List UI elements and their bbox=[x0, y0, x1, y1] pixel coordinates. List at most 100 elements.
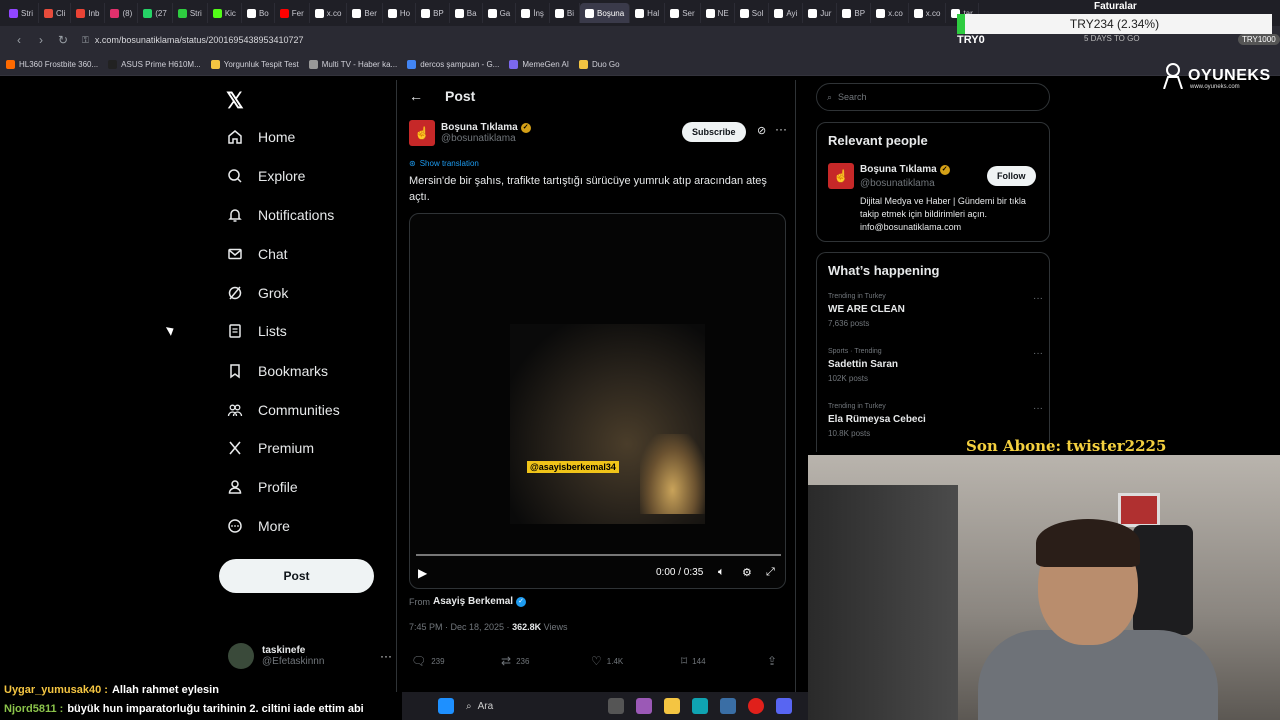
browser-tab[interactable]: x.co bbox=[909, 3, 947, 23]
bookmark-item[interactable]: ASUS Prime H610M... bbox=[108, 60, 201, 69]
back-arrow-icon[interactable]: ‹ bbox=[8, 33, 30, 47]
chat-message: Njord5811 : büyük hun imparatorluğu tarih… bbox=[0, 700, 368, 718]
list-icon bbox=[226, 322, 244, 340]
windows-start-icon[interactable] bbox=[438, 698, 454, 714]
relevant-person-avatar[interactable]: ☝ bbox=[828, 163, 854, 189]
browser-tab[interactable]: Bo bbox=[242, 3, 275, 23]
browser-tab[interactable]: Jur bbox=[803, 3, 838, 23]
browser-tab[interactable]: BP bbox=[837, 3, 872, 23]
account-switcher[interactable]: taskinefe @Efetaskinnn ··· bbox=[228, 643, 392, 669]
settings-gear-icon[interactable]: ⚙ bbox=[742, 566, 752, 579]
browser-tab[interactable]: NE bbox=[701, 3, 735, 23]
relevant-people-title: Relevant people bbox=[828, 133, 928, 148]
browser-tab[interactable]: Sol bbox=[735, 3, 770, 23]
account-more-icon[interactable]: ··· bbox=[380, 649, 392, 663]
trend-more-icon[interactable]: ··· bbox=[1033, 348, 1043, 359]
show-translation-link[interactable]: ⊛ Show translation bbox=[409, 159, 479, 168]
browser-tab[interactable]: x.co bbox=[871, 3, 909, 23]
post-button[interactable]: Post bbox=[219, 559, 374, 593]
browser-tab[interactable]: (27 bbox=[138, 3, 173, 23]
nav-item-notifications[interactable]: Notifications bbox=[226, 206, 334, 224]
tab-favicon-icon bbox=[314, 8, 324, 18]
nav-item-more[interactable]: More bbox=[226, 517, 290, 535]
trend-more-icon[interactable]: ··· bbox=[1033, 293, 1043, 304]
browser-tab[interactable]: Hal bbox=[630, 3, 666, 23]
repost-icon: ⇄ bbox=[501, 654, 512, 668]
nav-item-chat[interactable]: Chat bbox=[226, 245, 288, 263]
discord-icon[interactable] bbox=[776, 698, 792, 714]
url-field[interactable]: ⚿ x.com/bosunatiklama/status/200169543895… bbox=[82, 35, 304, 46]
browser-tab[interactable]: Ber bbox=[347, 3, 383, 23]
nav-item-premium[interactable]: Premium bbox=[226, 439, 314, 457]
browser-tab[interactable]: Stri bbox=[173, 3, 208, 23]
copilot-icon[interactable] bbox=[636, 698, 652, 714]
nav-item-communities[interactable]: Communities bbox=[226, 401, 340, 419]
task-view-icon[interactable] bbox=[608, 698, 624, 714]
reload-icon[interactable]: ↻ bbox=[52, 33, 74, 47]
browser-tab[interactable]: Stri bbox=[4, 3, 39, 23]
source-account[interactable]: Asayiş Berkemal bbox=[433, 596, 513, 607]
nav-item-home[interactable]: Home bbox=[226, 128, 295, 146]
browser-tab[interactable]: (8) bbox=[105, 3, 139, 23]
forward-arrow-icon[interactable]: › bbox=[30, 33, 52, 47]
follow-button[interactable]: Follow bbox=[987, 166, 1036, 186]
nav-item-explore[interactable]: Explore bbox=[226, 167, 305, 185]
browser-tab[interactable]: Kic bbox=[208, 3, 242, 23]
browser-tab[interactable]: Fer bbox=[275, 3, 310, 23]
taskbar-search[interactable]: ⌕ Ara bbox=[466, 701, 596, 712]
file-explorer-icon[interactable] bbox=[664, 698, 680, 714]
nav-item-profile[interactable]: Profile bbox=[226, 478, 298, 496]
reply-button[interactable]: 🗨︎ 239 bbox=[411, 654, 501, 668]
like-button[interactable]: ♡ 1.4K bbox=[591, 654, 681, 668]
author-name-row[interactable]: Boşuna Tıklama ✓ bbox=[441, 122, 531, 133]
browser-tab[interactable]: Cli bbox=[39, 3, 72, 23]
trend-item[interactable]: Trending in Turkey WE ARE CLEAN 7,636 post… bbox=[828, 293, 1043, 328]
search-input[interactable]: ⌕ Search bbox=[816, 83, 1050, 111]
trend-item[interactable]: Trending in Turkey Ela Rümeysa Cebeci 10.8… bbox=[828, 403, 1043, 438]
nav-item-label: Premium bbox=[258, 440, 315, 456]
back-arrow-icon[interactable]: ← bbox=[409, 88, 423, 104]
bookmark-item[interactable]: dercos şampuan - G... bbox=[407, 60, 499, 69]
browser-tab[interactable]: BP bbox=[416, 3, 450, 23]
site-info-icon[interactable]: ⚿ bbox=[82, 35, 89, 45]
post-more-icon[interactable]: ··· bbox=[775, 122, 787, 136]
browser-tab[interactable]: Ayi bbox=[769, 3, 804, 23]
play-icon[interactable]: ▶ bbox=[418, 566, 427, 580]
bookmark-item[interactable]: Yorgunluk Tespit Test bbox=[210, 60, 299, 69]
browser-tab[interactable]: İnş bbox=[516, 3, 550, 23]
trend-item[interactable]: Sports · Trending Sadettin Saran 102K post… bbox=[828, 348, 1043, 383]
subscribe-button[interactable]: Subscribe bbox=[682, 122, 746, 142]
edge-icon[interactable] bbox=[692, 698, 708, 714]
browser-tab[interactable]: Ho bbox=[383, 3, 417, 23]
trend-more-icon[interactable]: ··· bbox=[1033, 403, 1043, 414]
nav-item-lists[interactable]: Lists bbox=[226, 322, 287, 340]
browser-tab[interactable]: Ga bbox=[483, 3, 517, 23]
fullscreen-icon[interactable]: ⤢ bbox=[766, 566, 775, 579]
tab-label: Jur bbox=[820, 8, 832, 18]
browser-tab[interactable]: Ser bbox=[665, 3, 701, 23]
opera-icon[interactable] bbox=[748, 698, 764, 714]
browser-tab[interactable]: x.co bbox=[310, 3, 348, 23]
browser-tab[interactable]: Boşuna bbox=[580, 3, 631, 23]
grok-icon[interactable]: ⊘ bbox=[757, 124, 766, 137]
author-avatar[interactable]: ☝ bbox=[409, 120, 435, 146]
volume-icon[interactable]: 🔈︎ bbox=[718, 566, 725, 579]
browser-tab[interactable]: Inb bbox=[71, 3, 106, 23]
nav-item-bookmarks[interactable]: Bookmarks bbox=[226, 362, 328, 380]
video-progress-bar[interactable] bbox=[416, 554, 781, 556]
share-button[interactable]: ⇪ bbox=[767, 654, 777, 668]
bookmark-item[interactable]: Duo Go bbox=[579, 60, 620, 69]
bookmark-button[interactable]: ⌑ 144 bbox=[681, 654, 771, 668]
store-icon[interactable] bbox=[720, 698, 736, 714]
x-logo-icon[interactable]: 𝕏 bbox=[226, 88, 244, 114]
browser-tab[interactable]: Ba bbox=[450, 3, 483, 23]
repost-button[interactable]: ⇄ 236 bbox=[501, 654, 591, 668]
nav-item-grok[interactable]: Grok bbox=[226, 284, 288, 302]
post-timestamp[interactable]: 7:45 PM · Dec 18, 2025 · bbox=[409, 622, 510, 632]
bookmark-item[interactable]: MemeGen AI bbox=[509, 60, 569, 69]
bookmark-item[interactable]: HL360 Frostbite 360... bbox=[6, 60, 98, 69]
relevant-person-name-row[interactable]: Boşuna Tıklama ✓ bbox=[860, 164, 950, 175]
bookmark-item[interactable]: Multi TV - Haber ka... bbox=[308, 60, 397, 69]
browser-tab[interactable]: Bi bbox=[550, 3, 581, 23]
video-player[interactable]: @asayisberkemal34 ▶ 0:00 / 0:35 🔈︎ ⚙ ⤢ bbox=[409, 213, 786, 589]
